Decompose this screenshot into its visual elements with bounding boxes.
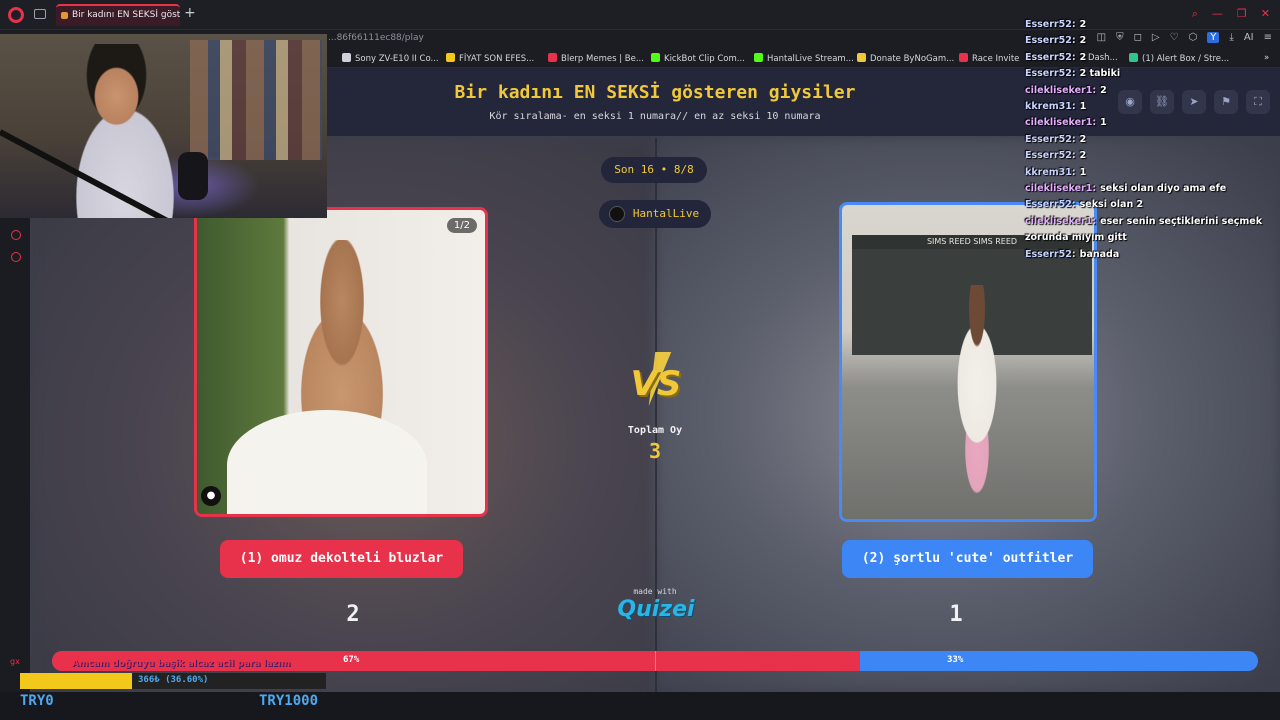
chat-message: cilekliseker1: 1: [1025, 115, 1275, 131]
chat-message: Esserr52: 2: [1025, 33, 1275, 49]
chat-username: cilekliseker1:: [1025, 215, 1097, 227]
quizei-logo[interactable]: Quizei: [608, 597, 704, 622]
channel-badge[interactable]: HantalLive: [599, 200, 711, 228]
chat-text: seksi olan 2: [1079, 199, 1144, 211]
goal-max-label: TRY1000: [259, 693, 319, 709]
browser-tab[interactable]: Bir kadını EN SEKSİ göster: [56, 4, 180, 26]
chat-text: 2 tabiki: [1079, 68, 1121, 80]
bookmark-item[interactable]: FİYAT SON EFES...: [446, 53, 534, 64]
result-bar-midline: [655, 651, 656, 671]
chat-text: banada: [1079, 248, 1120, 260]
left-percent-label: 67%: [343, 655, 360, 665]
chat-message: cilekliseker1: eser senin seçtiklerini se…: [1025, 214, 1275, 230]
image-counter[interactable]: 1/2: [446, 218, 477, 233]
chat-message: kkrem31: 1: [1025, 165, 1275, 181]
chat-username: kkrem31:: [1025, 101, 1076, 113]
chat-text: seksi olan diyo ama efe: [1100, 183, 1227, 195]
chat-text: 2: [1100, 84, 1107, 96]
vs-logo: VS: [630, 364, 682, 404]
left-option-card[interactable]: 1/2 ●: [194, 207, 488, 517]
bookmark-icon: [446, 53, 455, 62]
bookmark-item[interactable]: KickBot Clip Com...: [651, 53, 745, 64]
left-blouse: [227, 410, 427, 514]
bookmark-icon: [959, 53, 968, 62]
donation-message: Amcam doğruyu başik alcaz acil para lazı…: [72, 659, 291, 669]
new-tab-icon[interactable]: +: [184, 5, 196, 21]
bookmark-item[interactable]: Blerp Memes | Be...: [548, 53, 644, 64]
chat-message: Esserr52: banada: [1025, 247, 1275, 263]
stream-bottom-strip: [0, 692, 1280, 720]
chat-username: Esserr52:: [1025, 35, 1076, 47]
donation-goal-bar: 366₺ (36.60%): [20, 673, 326, 689]
chat-text: 1: [1079, 166, 1087, 178]
bookmark-icon: [342, 53, 351, 62]
left-vote-count: 2: [346, 602, 360, 627]
chat-message: Esserr52: 2: [1025, 50, 1275, 66]
gx-label: gx: [10, 657, 20, 666]
chat-username: Esserr52:: [1025, 19, 1076, 30]
chat-text: 1: [1079, 101, 1087, 113]
donation-goal-fill: [20, 673, 132, 689]
goal-min-label: TRY0: [20, 693, 54, 709]
donation-goal-text: 366₺ (36.60%): [138, 675, 209, 685]
chat-message: zorunda mıyım gitt: [1025, 230, 1275, 246]
url-text[interactable]: ...86f66111ec88/play: [328, 33, 424, 43]
chat-message: kkrem31: 1: [1025, 99, 1275, 115]
bookmark-item[interactable]: Race Invite: [959, 53, 1019, 64]
user-icon[interactable]: ●: [201, 486, 221, 506]
right-vote-count: 1: [949, 602, 963, 627]
chat-overlay: Esserr52: 2 Esserr52: 2 Esserr52: 2 Esserr52: 2…: [1025, 17, 1275, 263]
chat-message: cilekliseker1: 2: [1025, 83, 1275, 99]
chat-message: Esserr52: 2: [1025, 132, 1275, 148]
chat-text: 1: [1100, 117, 1107, 129]
chat-username: kkrem31:: [1025, 166, 1076, 178]
chat-username: cilekliseker1:: [1025, 117, 1097, 129]
right-percent-label: 33%: [947, 655, 964, 665]
sidebar-settings-icon[interactable]: [11, 252, 21, 262]
chat-message: Esserr52: seksi olan 2: [1025, 197, 1275, 213]
bookmark-item[interactable]: Donate ByNoGam...: [857, 53, 954, 64]
sidebar-player-icon[interactable]: [11, 230, 21, 240]
bookmark-item[interactable]: HantalLive Stream...: [754, 53, 854, 64]
stream-screen: Bir kadını EN SEKSİ göster + ⌕ — ❐ ✕ ...…: [0, 0, 1280, 720]
bookmark-icon: [651, 53, 660, 62]
chat-username: cilekliseker1:: [1025, 84, 1097, 96]
chat-username: Esserr52:: [1025, 199, 1076, 211]
microphone-icon: [178, 152, 208, 200]
chat-text: zorunda mıyım gitt: [1025, 232, 1127, 244]
chat-message: Esserr52: 2 tabiki: [1025, 66, 1275, 82]
chat-message: cilekliseker1: seksi olan diyo ama efe: [1025, 181, 1275, 197]
chat-username: Esserr52:: [1025, 133, 1076, 145]
chat-username: Esserr52:: [1025, 150, 1076, 162]
total-votes-value: 3: [648, 439, 662, 463]
bookmark-item[interactable]: Sony ZV-E10 II Co...: [342, 53, 439, 64]
bookmark-icon: [857, 53, 866, 62]
right-woman-figure: [932, 285, 1022, 519]
made-with-label: made with: [633, 587, 677, 596]
bookmark-icon: [548, 53, 557, 62]
channel-name: HantalLive: [632, 207, 700, 220]
chat-username: Esserr52:: [1025, 68, 1076, 80]
chat-text: 2: [1079, 35, 1087, 47]
chat-username: Esserr52:: [1025, 248, 1076, 260]
left-option-button[interactable]: (1) omuz dekolteli bluzlar: [220, 540, 463, 578]
chat-username: Esserr52:: [1025, 51, 1076, 63]
chat-text: 2: [1079, 19, 1087, 30]
chat-username: cilekliseker1:: [1025, 183, 1097, 195]
chat-text: 2: [1079, 133, 1087, 145]
chat-text: eser senin seçtiklerini seçmek: [1100, 215, 1263, 227]
webcam-overlay: [0, 34, 327, 218]
tab-manager-icon[interactable]: [34, 9, 46, 19]
opera-logo-icon[interactable]: [8, 7, 24, 23]
round-indicator: Son 16 • 8/8: [601, 157, 707, 183]
bookmark-icon: [754, 53, 763, 62]
chat-text: 2: [1079, 150, 1087, 162]
chat-message: Esserr52: 2: [1025, 17, 1275, 33]
chat-message: Esserr52: 2: [1025, 148, 1275, 164]
chat-text: 2: [1079, 51, 1087, 63]
channel-avatar: [609, 206, 625, 222]
total-votes-label: Toplam Oy: [627, 425, 683, 436]
right-option-button[interactable]: (2) şortlu 'cute' outfitler: [842, 540, 1093, 578]
tab-title: Bir kadını EN SEKSİ göster: [72, 10, 180, 20]
